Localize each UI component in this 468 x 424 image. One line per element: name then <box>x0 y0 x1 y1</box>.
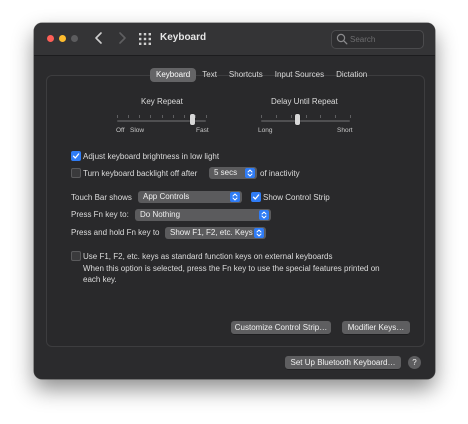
slider-tick <box>150 115 152 118</box>
backlight-off-checkbox[interactable] <box>71 168 81 178</box>
tab-input-sources[interactable]: Input Sources <box>269 68 330 82</box>
slider-tick <box>117 115 118 118</box>
slider-tick <box>335 115 337 118</box>
select-stepper-icon <box>230 192 240 202</box>
slider-tick <box>183 115 185 118</box>
slider-tick <box>290 115 292 118</box>
modifier-keys-button[interactable]: Modifier Keys… <box>342 321 410 334</box>
slider-tick <box>128 115 130 118</box>
brightness-checkbox[interactable] <box>71 151 81 161</box>
tab-shortcuts[interactable]: Shortcuts <box>223 68 269 82</box>
forward-chevron-icon[interactable] <box>114 30 130 46</box>
control-strip-label: Show Control Strip <box>263 193 330 202</box>
delay-until-repeat-track[interactable] <box>261 120 350 122</box>
touch-bar-value: App Controls <box>143 192 190 201</box>
slider-tick <box>139 115 141 118</box>
checkmark-icon <box>252 194 260 200</box>
slider-tick <box>194 115 196 118</box>
show-all-grid-icon[interactable] <box>139 33 151 45</box>
slider-tick <box>161 115 163 118</box>
tab-text[interactable]: Text <box>196 68 223 82</box>
fn-key-value: Do Nothing <box>140 210 181 219</box>
backlight-timeout-value: 5 secs <box>214 168 238 177</box>
fn-hold-value: Show F1, F2, etc. Keys <box>170 228 253 237</box>
bluetooth-keyboard-button[interactable]: Set Up Bluetooth Keyboard… <box>285 356 401 369</box>
touch-bar-label: Touch Bar shows <box>71 193 132 202</box>
minimize-window-button[interactable] <box>59 35 66 42</box>
slider-tick <box>320 115 322 118</box>
function-keys-label: Use F1, F2, etc. keys as standard functi… <box>83 252 333 261</box>
select-stepper-icon <box>254 228 264 238</box>
select-stepper-icon <box>245 168 255 178</box>
brightness-label: Adjust keyboard brightness in low light <box>83 152 220 161</box>
tab-dictation[interactable]: Dictation <box>330 68 373 82</box>
slider-tick <box>275 115 277 118</box>
checkmark-icon <box>72 153 80 159</box>
search-icon <box>336 33 348 45</box>
function-keys-checkbox[interactable] <box>71 251 81 261</box>
slider-tick <box>206 115 207 118</box>
fn-hold-select[interactable]: Show F1, F2, etc. Keys <box>165 227 266 239</box>
delay-until-repeat-label: Delay Until Repeat <box>271 97 338 106</box>
zoom-window-button[interactable] <box>71 35 78 42</box>
fn-hold-label: Press and hold Fn key to <box>71 228 160 237</box>
function-keys-note: When this option is selected, press the … <box>83 264 380 284</box>
delay-max-label: Short <box>337 127 353 134</box>
backlight-off-suffix: of inactivity <box>260 169 300 178</box>
close-window-button[interactable] <box>47 35 54 42</box>
tab-bar: Keyboard Text Shortcuts Input Sources Di… <box>150 68 373 82</box>
backlight-timeout-select[interactable]: 5 secs <box>209 167 257 179</box>
touch-bar-select[interactable]: App Controls <box>138 191 242 203</box>
control-strip-checkbox[interactable] <box>251 192 261 202</box>
keyboard-preferences-window: Keyboard Search Keyboard Text Shortcuts … <box>34 23 435 379</box>
back-chevron-icon[interactable] <box>91 30 107 46</box>
help-button[interactable]: ? <box>408 356 421 369</box>
slider-tick <box>261 115 262 118</box>
search-placeholder: Search <box>350 34 376 44</box>
key-repeat-max-label: Fast <box>196 127 209 134</box>
select-stepper-icon <box>259 210 269 220</box>
slider-tick <box>350 115 351 118</box>
search-field[interactable]: Search <box>331 30 424 49</box>
key-repeat-min-label-off: Off <box>116 127 125 134</box>
slider-tick <box>172 115 174 118</box>
backlight-off-label: Turn keyboard backlight off after <box>83 169 198 178</box>
fn-key-select[interactable]: Do Nothing <box>135 209 271 221</box>
slider-tick <box>305 115 307 118</box>
key-repeat-min-label-slow: Slow <box>130 127 145 134</box>
window-title: Keyboard <box>160 32 207 43</box>
fn-key-label: Press Fn key to: <box>71 210 129 219</box>
customize-control-strip-button[interactable]: Customize Control Strip… <box>231 321 331 334</box>
delay-until-repeat-knob[interactable] <box>294 114 300 125</box>
tab-keyboard[interactable]: Keyboard <box>150 68 197 82</box>
delay-min-label: Long <box>258 127 273 134</box>
title-bar: Keyboard Search <box>34 23 435 56</box>
key-repeat-label: Key Repeat <box>141 97 183 106</box>
key-repeat-knob[interactable] <box>190 114 196 125</box>
